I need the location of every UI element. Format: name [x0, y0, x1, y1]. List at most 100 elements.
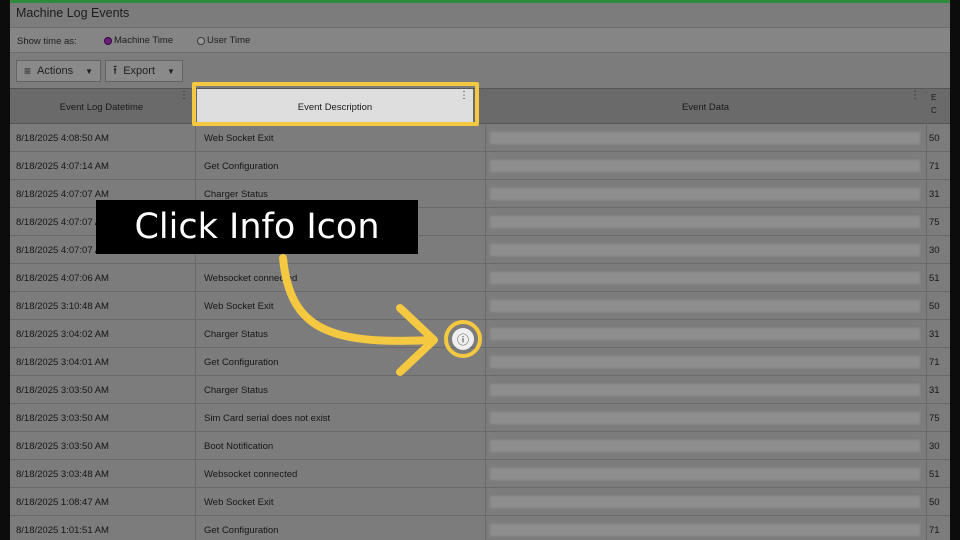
machine-log-events-window: Machine Log Events Show time as: Machine…: [10, 0, 950, 540]
table-row[interactable]: 8/18/2025 4:07:14 AM Get Configuration 71: [10, 152, 950, 180]
cell-description: Boot Notification: [204, 441, 274, 452]
cell-code: 30: [929, 245, 940, 256]
grid-header: Event Log Datetime ⋮ Event Description ⋮…: [10, 88, 950, 125]
column-header-label: C: [931, 106, 937, 115]
cell-code: 50: [929, 301, 940, 312]
export-dropdown-button[interactable]: ⭱ Export ▼: [105, 60, 183, 82]
table-row[interactable]: 8/18/2025 1:08:47 AM Web Socket Exit 50: [10, 488, 950, 516]
cell-event-data-redacted: [490, 300, 920, 312]
radio-selected-icon: [104, 36, 112, 45]
cell-event-data-redacted: [490, 412, 920, 424]
cell-datetime: 8/18/2025 3:03:50 AM: [16, 413, 109, 424]
cell-description: Get Configuration: [204, 357, 279, 368]
cell-event-data-redacted: [490, 244, 920, 256]
cell-datetime: 8/18/2025 4:07:07 AM: [16, 189, 109, 200]
cell-description: Websocket connected: [204, 469, 298, 480]
cell-description: Web Socket Exit: [204, 497, 274, 508]
cell-code: 31: [929, 385, 940, 396]
cell-datetime: 8/18/2025 3:03:50 AM: [16, 441, 109, 452]
instruction-callout: Click Info Icon: [96, 200, 418, 254]
cell-datetime: 8/18/2025 4:07:06 AM: [16, 273, 109, 284]
cell-event-data-redacted: [490, 328, 920, 340]
cell-code: 71: [929, 161, 940, 172]
column-header-label: Event Data: [682, 101, 729, 113]
cell-description: Sim Card serial does not exist: [204, 413, 331, 424]
table-row[interactable]: 8/18/2025 3:03:48 AM Websocket connected 5…: [10, 460, 950, 488]
cell-event-data-redacted: [490, 132, 920, 144]
cell-code: 71: [929, 357, 940, 368]
table-row[interactable]: 8/18/2025 3:04:01 AM Get Configuration 71: [10, 348, 950, 376]
table-row[interactable]: 8/18/2025 3:03:50 AM Boot Notification 30: [10, 432, 950, 460]
cell-event-data-redacted: [490, 384, 920, 396]
cell-description: Charger Status: [204, 329, 268, 340]
cell-datetime: 8/18/2025 3:04:02 AM: [16, 329, 109, 340]
table-row[interactable]: 8/18/2025 3:03:50 AM Sim Card serial does…: [10, 404, 950, 432]
cell-event-data-redacted: [490, 468, 920, 480]
user-time-label: User Time: [207, 35, 251, 46]
cell-code: 31: [929, 329, 940, 340]
cell-datetime: 8/18/2025 3:03:48 AM: [16, 469, 109, 480]
cell-code: 51: [929, 469, 940, 480]
column-header-extra[interactable]: E C: [928, 89, 950, 125]
info-icon-button[interactable]: ⓘ: [444, 320, 482, 358]
cell-description: Charger Status: [204, 385, 268, 396]
table-row[interactable]: 8/18/2025 1:01:51 AM Get Configuration 71: [10, 516, 950, 540]
column-header-label: Event Log Datetime: [59, 101, 144, 113]
table-row[interactable]: 8/18/2025 4:08:50 AM Web Socket Exit 50: [10, 124, 950, 152]
upload-icon: ⭱: [113, 62, 118, 77]
table-row[interactable]: 8/18/2025 4:07:06 AM Websocket connected 5…: [10, 264, 950, 292]
machine-time-label: Machine Time: [114, 35, 174, 46]
radio-unselected-icon: [197, 36, 205, 45]
cell-event-data-redacted: [490, 356, 920, 368]
actions-label: Actions: [37, 65, 74, 77]
cell-event-data-redacted: [490, 272, 920, 284]
column-header-data[interactable]: Event Data ⋮: [487, 89, 924, 125]
cell-description: Web Socket Exit: [204, 301, 274, 312]
cell-description: Websocket connected: [204, 273, 298, 284]
cell-description: Get Configuration: [204, 525, 279, 536]
cell-event-data-redacted: [490, 440, 920, 452]
table-row[interactable]: 8/18/2025 3:03:50 AM Charger Status 31: [10, 376, 950, 404]
info-icon: ⓘ: [452, 328, 474, 350]
cell-datetime: 8/18/2025 3:10:48 AM: [16, 301, 109, 312]
cell-code: 50: [929, 133, 940, 144]
chevron-down-icon: ▼: [85, 66, 94, 76]
cell-description: Web Socket Exit: [204, 133, 274, 144]
chevron-down-icon: ▼: [167, 66, 175, 76]
cell-datetime: 8/18/2025 3:04:01 AM: [16, 357, 109, 368]
highlight-event-description-header: [192, 82, 479, 126]
export-label: Export: [123, 65, 156, 77]
cell-description: Charger Status: [204, 189, 268, 200]
machine-time-radio[interactable]: Machine Time: [104, 35, 173, 46]
show-time-label: Show time as:: [17, 36, 77, 47]
table-row[interactable]: 8/18/2025 3:10:48 AM Web Socket Exit 50: [10, 292, 950, 320]
cell-datetime: 8/18/2025 3:03:50 AM: [16, 385, 109, 396]
cell-event-data-redacted: [490, 524, 920, 536]
column-menu-icon[interactable]: ⋮: [910, 91, 920, 101]
cell-code: 50: [929, 497, 940, 508]
toolbar: ≡ Actions ▼ ⭱ Export ▼: [16, 60, 183, 82]
column-menu-icon[interactable]: ⋮: [179, 91, 189, 101]
column-header-label: E: [931, 93, 937, 102]
column-header-datetime[interactable]: Event Log Datetime ⋮: [10, 89, 193, 125]
cell-code: 71: [929, 525, 940, 536]
cell-event-data-redacted: [490, 160, 920, 172]
actions-dropdown-button[interactable]: ≡ Actions ▼: [16, 60, 102, 82]
hamburger-menu-icon: ≡: [24, 64, 32, 78]
cell-datetime: 8/18/2025 4:08:50 AM: [16, 133, 109, 144]
cell-code: 75: [929, 413, 940, 424]
user-time-radio[interactable]: User Time: [197, 35, 250, 46]
cell-datetime: 8/18/2025 4:07:14 AM: [16, 161, 109, 172]
top-accent-bar: [10, 0, 950, 3]
cell-event-data-redacted: [490, 496, 920, 508]
cell-description: Get Configuration: [204, 161, 279, 172]
cell-datetime: 8/18/2025 1:01:51 AM: [16, 525, 109, 536]
cell-code: 30: [929, 441, 940, 452]
cell-code: 31: [929, 189, 940, 200]
window-title: Machine Log Events: [16, 6, 130, 20]
cell-code: 75: [929, 217, 940, 228]
cell-code: 51: [929, 273, 940, 284]
cell-datetime: 8/18/2025 1:08:47 AM: [16, 497, 109, 508]
time-options-bar: Show time as: Machine Time User Time: [10, 27, 950, 53]
cell-event-data-redacted: [490, 188, 920, 200]
